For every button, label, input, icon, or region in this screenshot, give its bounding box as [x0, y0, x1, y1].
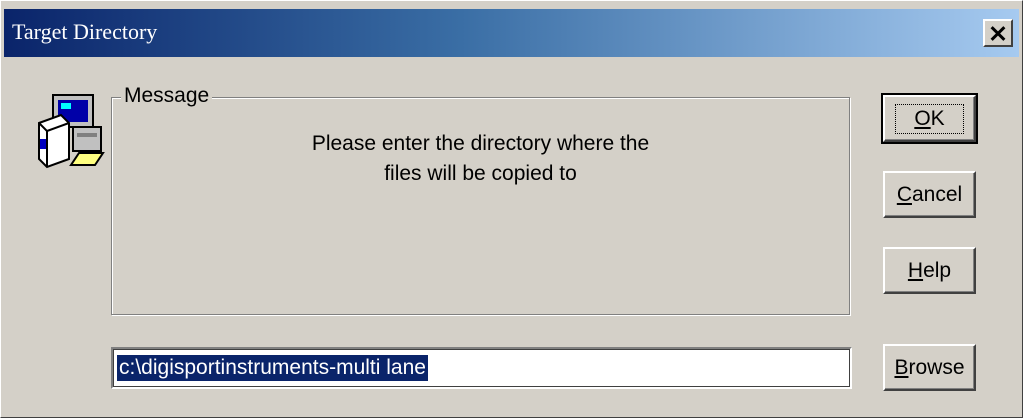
- target-directory-dialog: Target Directory Message Please enter th…: [0, 0, 1023, 418]
- installer-computer-icon: [38, 94, 105, 169]
- instruction-line-1: Please enter the directory where the: [311, 132, 650, 155]
- message-group-label: Message: [121, 84, 213, 108]
- help-button[interactable]: Help: [883, 247, 976, 294]
- cancel-button[interactable]: Cancel: [883, 171, 976, 218]
- window-title: Target Directory: [12, 19, 158, 44]
- ok-button[interactable]: OK: [881, 93, 978, 144]
- directory-path-value: c:\digisportinstruments-multi lane: [117, 355, 428, 381]
- instruction-line-2: files will be copied to: [384, 162, 577, 185]
- title-bar[interactable]: Target Directory: [4, 9, 1019, 57]
- browse-button[interactable]: Browse: [883, 344, 976, 391]
- directory-path-input[interactable]: c:\digisportinstruments-multi lane: [111, 347, 852, 389]
- instruction-text: Please enter the directory where the fil…: [111, 129, 850, 189]
- close-icon[interactable]: [983, 19, 1013, 47]
